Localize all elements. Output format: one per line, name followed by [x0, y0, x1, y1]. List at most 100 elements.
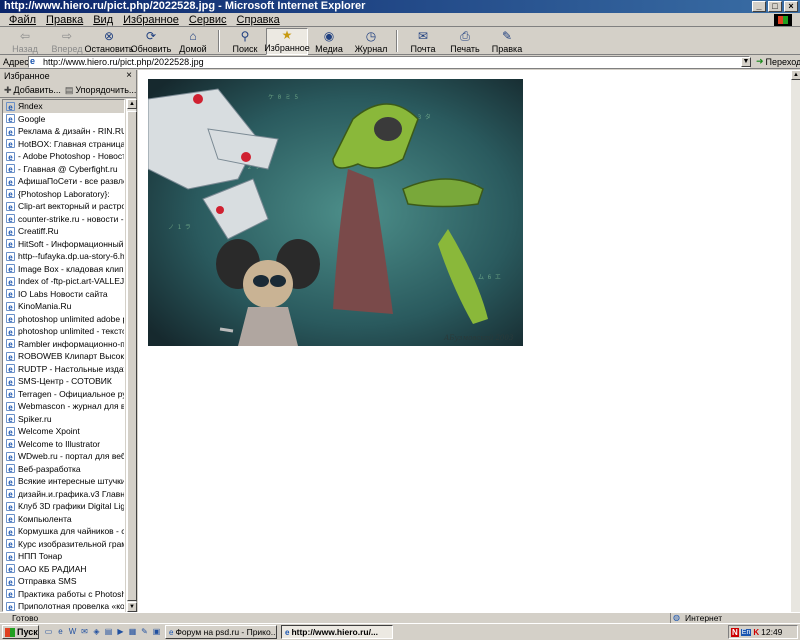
- favorite-item[interactable]: e Веб-разработка: [3, 463, 124, 476]
- outlook-icon[interactable]: ✉: [80, 627, 89, 637]
- folder-icon[interactable]: ▣: [152, 627, 161, 637]
- scroll-up-icon[interactable]: ▲: [791, 70, 800, 80]
- refresh-button[interactable]: ⟳ Обновить: [130, 28, 172, 55]
- favorite-item[interactable]: eWDweb.ru - портал для веб-мас...: [3, 450, 124, 463]
- favorites-scrollbar[interactable]: ▲ ▼: [126, 99, 137, 612]
- favorite-item[interactable]: eClip-art векторный и растровой г...: [3, 200, 124, 213]
- favorite-item[interactable]: eКурс изобразительной грамот...: [3, 538, 124, 551]
- go-button[interactable]: ➜ Переход: [756, 56, 800, 67]
- menu-help[interactable]: Справка: [232, 14, 285, 26]
- word-icon[interactable]: W: [68, 627, 77, 637]
- favorite-item[interactable]: e Отправка SMS: [3, 575, 124, 588]
- photoshop-icon[interactable]: ◈: [92, 627, 101, 637]
- print-button[interactable]: ⎙ Печать: [444, 28, 486, 55]
- organize-favorites-button[interactable]: ▤ Упорядочить...: [65, 85, 137, 96]
- favorite-item[interactable]: e IO Labs Новости сайта: [3, 288, 124, 301]
- favorite-item[interactable]: e НПП Тонар: [3, 550, 124, 563]
- favorite-item[interactable]: eWebmascon - журнал для веб-м...: [3, 400, 124, 413]
- history-button[interactable]: ◷ Журнал: [350, 28, 392, 55]
- explorer-icon[interactable]: ▤: [104, 627, 113, 637]
- favorite-item[interactable]: e {Photoshop Laboratory}:: [3, 188, 124, 201]
- home-button[interactable]: ⌂ Домой: [172, 28, 214, 55]
- taskbar-ie-window[interactable]: e http://www.hiero.ru/...: [281, 625, 393, 639]
- favorite-item[interactable]: e Яndex: [3, 100, 124, 113]
- mail-button[interactable]: ✉ Почта: [402, 28, 444, 55]
- menu-favorites[interactable]: Избранное: [118, 14, 184, 26]
- ie-page-icon: e: [6, 351, 15, 362]
- scroll-down-icon[interactable]: ▼: [127, 602, 137, 612]
- page-scrollbar[interactable]: ▲: [790, 70, 800, 612]
- tray-n-icon[interactable]: N: [731, 627, 739, 637]
- stop-button[interactable]: ⊗ Остановить: [84, 28, 133, 55]
- refresh-icon: ⟳: [145, 29, 157, 43]
- media-button[interactable]: ◉ Медиа: [308, 28, 350, 55]
- ie-page-icon: e: [6, 464, 15, 474]
- menu-tools[interactable]: Сервис: [184, 14, 232, 26]
- menu-edit[interactable]: Правка: [41, 14, 88, 26]
- favorite-item[interactable]: eROBOWEB Клипарт Высокока...: [3, 350, 124, 363]
- favorite-item[interactable]: e Spiker.ru: [3, 413, 124, 426]
- favorite-item[interactable]: e дизайн.и.графика.v3 Главная: [3, 488, 124, 501]
- favorite-item[interactable]: eImage Box - кладовая клипартов: [3, 263, 124, 276]
- favorite-item[interactable]: e Welcome to Illustrator: [3, 438, 124, 451]
- close-button[interactable]: ×: [784, 1, 798, 12]
- favorite-item[interactable]: ephotoshop unlimited - текстовые ...: [3, 325, 124, 338]
- favorite-item[interactable]: eАфишаПоСети - все развлечен...: [3, 175, 124, 188]
- forward-button[interactable]: ⇨ Вперед: [46, 28, 88, 55]
- maximize-button[interactable]: □: [768, 1, 782, 12]
- scroll-up-icon[interactable]: ▲: [127, 99, 137, 109]
- address-input[interactable]: http://www.hiero.ru/pict.php/2022528.jpg: [28, 56, 750, 68]
- taskbar-forum-window[interactable]: e Форум на psd.ru - Прико...: [165, 625, 277, 639]
- menu-view[interactable]: Вид: [88, 14, 118, 26]
- favorite-item[interactable]: e KinoMania.Ru: [3, 300, 124, 313]
- favorite-item[interactable]: e Реклама & дизайн - RIN.RU: [3, 125, 124, 138]
- favorite-item[interactable]: e HotBOX: Главная страница: [3, 138, 124, 151]
- desktop-icon[interactable]: ▭: [44, 627, 53, 637]
- language-indicator[interactable]: En: [740, 628, 752, 636]
- ie-page-icon: e: [6, 114, 15, 124]
- add-favorite-button[interactable]: ✚ Добавить...: [4, 85, 61, 96]
- minimize-button[interactable]: _: [752, 1, 766, 12]
- favorite-item[interactable]: eКормушка для чайников - сайто...: [3, 525, 124, 538]
- favorite-item[interactable]: e Welcome Xpoint: [3, 425, 124, 438]
- favorite-item[interactable]: ephotoshop unlimited adobe photo...: [3, 313, 124, 326]
- ie-page-icon: e: [6, 514, 15, 524]
- ie-page-icon: e: [6, 551, 15, 562]
- favorite-item[interactable]: e- Главная @ Cyberfight.ru: [3, 163, 124, 176]
- favorite-item[interactable]: e Creatiff.Ru: [3, 225, 124, 238]
- favorite-item[interactable]: eВсякие интересные штучки для...: [3, 475, 124, 488]
- media-player-icon[interactable]: ▶: [116, 627, 125, 637]
- favorite-item[interactable]: e ОАО КБ РАДИАН: [3, 563, 124, 576]
- tray-k-icon[interactable]: K: [753, 628, 759, 637]
- favorite-item[interactable]: eIndex of -ftp-pict.art-VALLEJO.BOR: [3, 275, 124, 288]
- favorite-item[interactable]: e- Adobe Photoshop - Новости - А...: [3, 150, 124, 163]
- favorite-item[interactable]: ehttp--fufayka.dp.ua-story-6.html: [3, 250, 124, 263]
- favorite-item[interactable]: eПриполотная провелка «коор...: [3, 600, 124, 611]
- edit-button[interactable]: ✎ Правка: [486, 28, 528, 55]
- favorite-item[interactable]: eHitSoft - Информационный сайт ...: [3, 238, 124, 251]
- ie-page-icon: e: [6, 401, 15, 412]
- favorite-item[interactable]: eTerragen - Официальное руково...: [3, 388, 124, 401]
- favorite-item[interactable]: e SMS-Центр - СОТОВИК: [3, 375, 124, 388]
- close-icon[interactable]: ×: [126, 70, 132, 82]
- menu-file[interactable]: Файл: [4, 14, 41, 26]
- ie-icon[interactable]: e: [56, 627, 65, 637]
- favorite-item[interactable]: e Компьюлента: [3, 513, 124, 526]
- favorite-item[interactable]: e Клуб 3D графики Digital Light: [3, 500, 124, 513]
- paint-icon[interactable]: ✎: [140, 627, 149, 637]
- ie-page-icon: e: [6, 214, 15, 224]
- calculator-icon[interactable]: ▦: [128, 627, 137, 637]
- favorite-item[interactable]: ecounter-strike.ru - новости - здес...: [3, 213, 124, 226]
- favorite-item[interactable]: eRambler информационно-поиск...: [3, 338, 124, 351]
- title-bar: http://www.hiero.ru/pict.php/2022528.jpg…: [0, 0, 800, 13]
- favorite-item[interactable]: eRUDTP - Настольные издатель...: [3, 363, 124, 376]
- start-button[interactable]: Пуск: [2, 625, 39, 639]
- favorites-button[interactable]: ★ Избранное: [264, 28, 310, 55]
- scrollbar-thumb[interactable]: [127, 111, 137, 601]
- favorite-item[interactable]: e Google: [3, 113, 124, 126]
- back-button[interactable]: ⇦ Назад: [4, 28, 46, 55]
- address-dropdown-button[interactable]: ▼: [741, 57, 751, 67]
- favorite-item-label: HitSoft - Информационный сайт ...: [18, 238, 124, 249]
- favorite-item[interactable]: e Практика работы с Photoshop: [3, 588, 124, 601]
- search-button[interactable]: ⚲ Поиск: [224, 28, 266, 55]
